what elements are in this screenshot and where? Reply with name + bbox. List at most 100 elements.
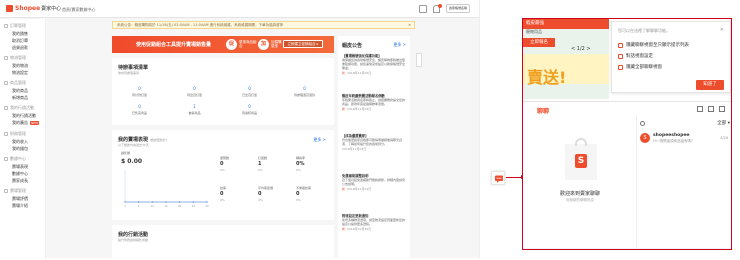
announcement-item[interactable]: 免運補助調整說明 自下個月起免運補助門檻將調整，詳細內容請見公告說明。新 2018年… [342,174,406,191]
sidebar-item[interactable]: 我的商品 [0,87,45,94]
x-tick-label: 25 [192,204,196,208]
performance-metric[interactable]: 平均客單價 0 0% [258,186,273,202]
sidebar-item[interactable]: 我的廣告 NEW [0,119,45,127]
sidebar-item[interactable]: 我的銷售 [0,30,45,37]
announcement-body: 年終慶活動報名即將截止，請把握機會提交您的商品，搶攻年底最強購物季流量。 [342,98,406,107]
chat-search-bar: 全部 ▾ [640,120,730,126]
ad-pager[interactable]: < 1/2 > [571,46,591,52]
tip-icon [618,42,623,48]
close-icon[interactable]: ✕ [408,22,411,28]
sidebar-item[interactable]: 賣場介紹 [0,202,45,209]
performance-metric[interactable]: 轉換率 0% 0% [296,156,305,172]
sidebar-group: 賣場管理 賣場評價 賣場介紹 [0,187,45,209]
new-window-icon[interactable] [697,106,703,112]
announcement-item[interactable]: 【賣場帳號強化保護功能】 為保護您的賣場帳號安全，蝦皮購物即將推出雙重驗證功能，請… [342,54,406,75]
sidebar-item[interactable]: 數據中心 [0,170,45,177]
announcement-item[interactable]: 蝦皮年終慶熱賣活動報名倒數 年終慶活動報名即將截止，請把握機會提交您的商品，搶攻年… [342,94,406,111]
performance-metric[interactable]: 瀏覽數 0 0% [220,156,229,172]
announcement-body: 新增多種物流選項，請至物流設定頁面更新您的設定以提供更多選擇。 [342,218,406,227]
sidebar-item[interactable]: 我的物流 [0,62,45,69]
announcement-item[interactable]: 物流設定更新通知 新增多種物流選項，請至物流設定頁面更新您的設定以提供更多選擇。新… [342,214,406,231]
performance-metric[interactable]: 訂單數 1 0% [258,156,267,172]
todo-item[interactable]: 0 已售完商品 [112,104,167,115]
ad-subheadline: 寵物用品 [526,29,542,34]
chat-filter-select[interactable]: 全部 ▾ [717,120,730,126]
sidebar-item[interactable]: 賣場評價 [0,195,45,202]
expand-icon[interactable] [708,106,714,112]
sidebar-item[interactable]: 退貨退款 [0,44,45,51]
performance-title: 我的賣場表現 (數據更新於) [118,136,167,143]
sidebar-item[interactable]: 新增商品 [0,94,45,101]
sidebar-item-label: 取消訂單 [12,38,28,43]
promo-banner[interactable]: 使用促銷組合工具提升賣場銷售量 促 優惠商品組合 加 加價購優惠 立即建立促銷組… [112,36,334,53]
got-it-button[interactable]: 知道了 [696,80,724,90]
ad-carousel[interactable]: 蝦皮最強 寵物用品 立即報名 < 1/2 > 賣送! [523,19,609,99]
sidebar-item-label: 數據中心 [12,171,28,176]
todo-item[interactable]: 1 被禁商品 [167,104,222,115]
sidebar-group: 商品管理我的商品 新增商品 [0,79,45,101]
sidebar-group-label: 我的行銷活動 [10,105,34,110]
metric-change: 0% [258,198,263,202]
todo-label: 已售完商品 [131,111,147,115]
sidebar-item[interactable]: 我的行銷活動 [0,112,45,119]
sidebar-section-icon [4,132,8,136]
announcement-item[interactable]: 【成為優選賣家】 符合優選賣家資格即可獲得專屬標章與曝光資源，了解如何提升您的賣場… [342,134,406,151]
chat-launcher-button[interactable] [491,171,505,185]
data-point [192,201,194,203]
performance-metric[interactable]: 不重複訪客 0 0% [296,186,311,202]
sales-metric[interactable]: 銷售額 [121,151,130,155]
todo-count: 1 [193,104,196,109]
x-tick-label: 15 [164,204,168,208]
todo-title: 待辦事項清單 [118,65,149,71]
conversation-item[interactable]: S shopeeshopee Hi~請問這項商品還有嗎? 4/26 [640,133,730,149]
create-bundle-button[interactable]: 立即建立促銷組合 ▸ [283,40,323,48]
sidebar-item[interactable]: 取消訂單 [0,37,45,44]
performance-more-link[interactable]: 更多 > [313,137,326,143]
sidebar-section-icon [4,157,8,161]
announcement-date: 2018年11月06日 [347,71,372,76]
sidebar-group-label: 物流管理 [10,55,26,60]
account-menu[interactable]: 賣家帳號名稱 [446,4,470,13]
todo-label: 待付款訂單 [131,93,147,97]
ad-signup-button[interactable]: 立即報名 [523,38,555,47]
metric-label: 平均客單價 [258,186,274,190]
todo-list-card: 待辦事項清單 你的待處理事項 0 待付款訂單 0 待出貨訂單 0 已出貨訂單 0 待處理退貨退… [112,58,334,125]
todo-item[interactable]: 0 待處理退貨退款 [277,86,332,97]
notification-bell-icon[interactable] [433,3,442,13]
new-tag: 新 [342,71,346,76]
sidebar-item-label: 我的錢包 [12,146,28,151]
chat-bottom-bar [523,248,731,249]
side-toggle-button[interactable] [416,53,422,67]
sidebar-item-label: 我的收入 [12,139,28,144]
sidebar-section-icon [4,81,8,85]
metric-label: 訂單數 [258,156,268,160]
ad-big-text: 賣送! [527,68,567,87]
sidebar-group-label: 商品管理 [10,80,26,85]
data-point [124,201,126,203]
metric-change: 0% [220,168,225,172]
data-point [151,201,153,203]
close-icon[interactable]: ✕ [720,27,724,33]
minimize-icon[interactable] [719,106,725,112]
sidebar-item[interactable]: 我的收入 [0,138,45,145]
tip-item: 隱藏聊聊視窗至只顯示提示列表 [618,42,689,48]
todo-item[interactable]: 0 已出貨訂單 [222,86,277,97]
breadcrumb[interactable]: 首頁/賣家數據中心 [62,7,95,13]
sidebar-item-label: 我的行銷活動 [12,113,36,118]
sidebar-item[interactable]: 物流設定 [0,69,45,76]
shopee-logo[interactable]: Shopee 賣家中心 [6,5,61,12]
performance-metric[interactable]: 訪客 0 0% [220,186,226,202]
todo-item[interactable]: 0 待審核商品 [222,104,277,115]
announcement-date: 2018年11月05日 [347,107,372,112]
sidebar-item[interactable]: 賣場表現 [0,163,45,170]
sidebar-group-title: 物流管理 [0,54,45,62]
announcement-meta: 新 2018年10月30日 [342,227,406,231]
announcements-more-link[interactable]: 更多 > [393,42,406,48]
search-icon[interactable] [640,120,645,126]
sidebar-group-title: 商品管理 [0,79,45,87]
sidebar-item[interactable]: 我的錢包 [0,145,45,152]
sidebar-item[interactable]: 賣家成長 [0,177,45,184]
apps-grid-icon[interactable] [419,4,427,13]
todo-item[interactable]: 0 待出貨訂單 [167,86,222,97]
todo-item[interactable]: 0 待付款訂單 [112,86,167,97]
